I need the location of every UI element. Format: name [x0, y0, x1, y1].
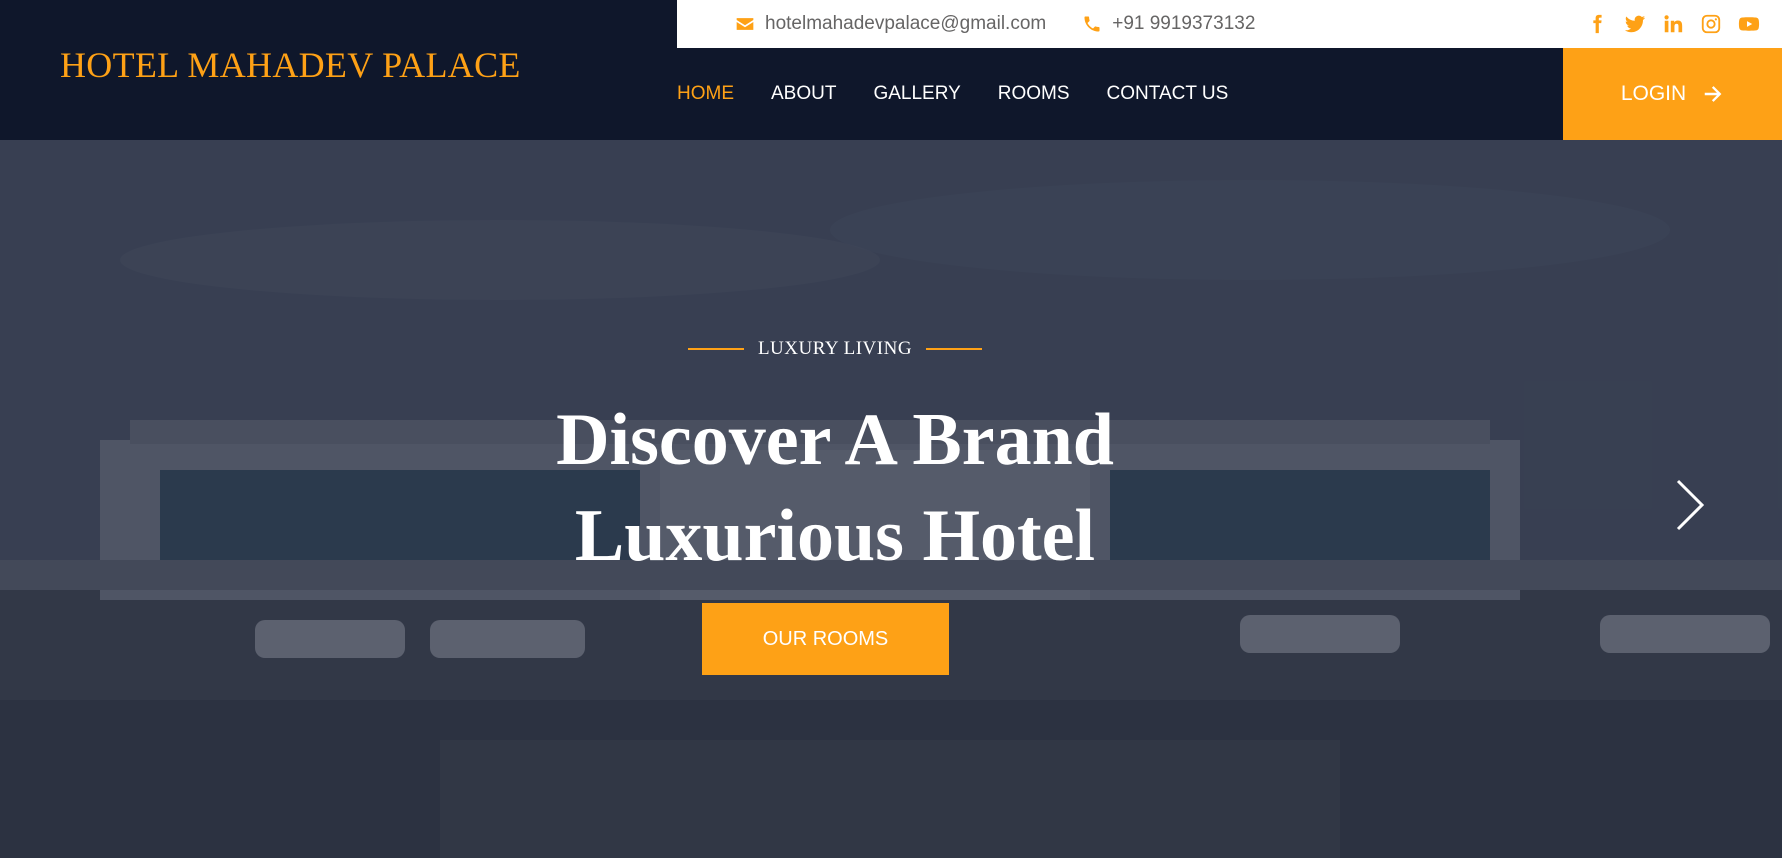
twitter-icon[interactable] — [1616, 5, 1654, 43]
login-button[interactable]: LOGIN — [1563, 48, 1782, 140]
email-text: hotelmahadevpalace@gmail.com — [765, 13, 1047, 34]
topbar: hotelmahadevpalace@gmail.com +91 9919373… — [677, 0, 1782, 48]
hero-eyebrow: LUXURY LIVING — [0, 338, 1670, 360]
brand-logo-link[interactable]: HOTEL MAHADEV PALACE — [60, 44, 521, 86]
envelope-icon — [736, 18, 754, 30]
youtube-icon[interactable] — [1730, 5, 1768, 43]
instagram-icon[interactable] — [1692, 5, 1730, 43]
phone-contact[interactable]: +91 9919373132 — [1082, 13, 1255, 35]
phone-icon — [1084, 16, 1100, 32]
our-rooms-button[interactable]: OUR ROOMS — [702, 603, 949, 675]
hero-carousel: LUXURY LIVING Discover A Brand Luxurious… — [0, 140, 1782, 858]
arrow-right-icon — [1704, 86, 1722, 102]
login-label: LOGIN — [1620, 82, 1687, 105]
eyebrow-text: LUXURY LIVING — [757, 338, 913, 359]
brand-panel: HOTEL MAHADEV PALACE — [0, 0, 677, 140]
social-links — [1578, 0, 1768, 48]
headline-line-2: Luxurious Hotel — [574, 495, 1096, 577]
navbar: HOME ABOUT GALLERY ROOMS CONTACT US LOGI… — [677, 48, 1782, 140]
nav-gallery[interactable]: GALLERY — [873, 83, 960, 105]
nav-about[interactable]: ABOUT — [771, 83, 836, 105]
email-contact[interactable]: hotelmahadevpalace@gmail.com — [735, 13, 1046, 35]
nav-rooms[interactable]: ROOMS — [998, 83, 1070, 105]
facebook-icon[interactable] — [1578, 5, 1616, 43]
eyebrow-line-left — [687, 348, 744, 350]
eyebrow-line-right — [926, 348, 983, 350]
nav-home[interactable]: HOME — [677, 83, 734, 105]
nav-contact-us[interactable]: CONTACT US — [1107, 83, 1229, 105]
linkedin-icon[interactable] — [1654, 5, 1692, 43]
hero-headline: Discover A Brand Luxurious Hotel — [0, 392, 1670, 584]
phone-text: +91 9919373132 — [1112, 13, 1256, 34]
headline-line-1: Discover A Brand — [556, 399, 1114, 481]
carousel-next-icon[interactable] — [1672, 475, 1708, 535]
main-nav: HOME ABOUT GALLERY ROOMS CONTACT US — [677, 48, 1265, 140]
